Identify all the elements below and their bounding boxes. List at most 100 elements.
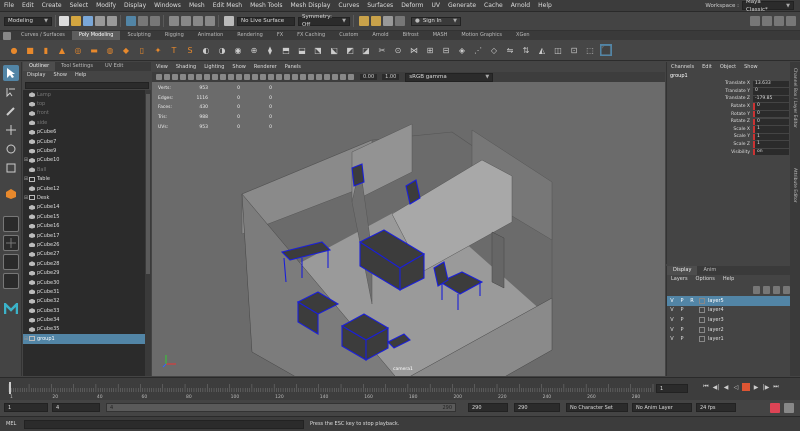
outliner-item[interactable]: pCube17 [23,231,145,240]
use-default-material-icon[interactable] [260,74,266,80]
triangulate-icon[interactable]: ◭ [536,44,548,56]
open-scene-icon[interactable] [71,16,81,26]
visibility-toggle[interactable]: V [667,327,677,333]
attribute-value[interactable]: 0 [753,110,789,118]
fps-dropdown[interactable]: 24 fps [696,403,736,412]
smooth-icon[interactable]: ◉ [232,44,244,56]
bookmark-icon[interactable] [172,74,178,80]
svg-icon[interactable]: S [184,44,196,56]
command-input[interactable] [24,420,304,429]
outliner-scrollbar[interactable] [145,90,151,376]
outliner-item[interactable]: pCube16 [23,221,145,230]
viewport-menu-show[interactable]: Show [228,62,250,72]
menu-select[interactable]: Select [66,0,93,12]
connect-icon[interactable]: ⋈ [408,44,420,56]
super-shape-icon[interactable]: ✦ [152,44,164,56]
layer-name[interactable]: layer3 [708,317,724,323]
step-back-frame-icon[interactable]: ◀ [722,383,730,391]
fill-hole-icon[interactable]: ⬕ [328,44,340,56]
play-backwards-icon[interactable]: ◁ [732,383,740,391]
chair-upper[interactable] [351,163,365,187]
snap-curve-icon[interactable] [181,16,191,26]
viewport-panel[interactable]: View Shading Lighting Show Renderer Panels 0.… [152,62,665,376]
anim-layer-dropdown[interactable]: No Anim Layer [632,403,692,412]
bridge-icon[interactable]: ⬓ [296,44,308,56]
layer-color-swatch[interactable] [699,297,705,304]
ambient-occlusion-icon[interactable] [300,74,306,80]
new-empty-layer-icon[interactable] [773,286,780,294]
viewport-menu-shading[interactable]: Shading [172,62,200,72]
lights-icon[interactable] [284,74,290,80]
platonic-icon[interactable]: ◆ [120,44,132,56]
viewport-menu-renderer[interactable]: Renderer [250,62,281,72]
menu-mesh-display[interactable]: Mesh Display [287,0,335,12]
film-gate-icon[interactable] [196,74,202,80]
xray-joints-icon[interactable] [340,74,346,80]
menu-mesh-tools[interactable]: Mesh Tools [246,0,286,12]
layer-menu-help[interactable]: Help [719,275,738,284]
lasso-tool-icon[interactable] [3,84,19,100]
attribute-value[interactable]: 1 [753,133,789,141]
snap-point-icon[interactable] [193,16,203,26]
channel-menu-show[interactable]: Show [740,62,762,72]
scrollbar-thumb[interactable] [146,94,150,274]
shelf-tab-rigging[interactable]: Rigging [158,31,191,40]
field-chart-icon[interactable] [220,74,226,80]
cylinder-icon[interactable]: ▮ [40,44,52,56]
outliner-tab-uv-edit[interactable]: UV Edit [99,62,129,71]
menu-create[interactable]: Create [38,0,66,12]
shelf-tab-bifrost[interactable]: Bifrost [396,31,426,40]
outliner-item[interactable]: Ball [23,165,145,174]
menu-file[interactable]: File [0,0,18,12]
multi-cut-icon[interactable]: ✂ [376,44,388,56]
outliner-item[interactable]: pCube26 [23,240,145,249]
playback-toggle[interactable]: P [677,336,687,342]
paint-select-tool-icon[interactable] [3,103,19,119]
attribute-editor-icon[interactable] [762,16,772,26]
step-forward-key-icon[interactable]: |▶ [762,383,770,391]
rotate-tool-icon[interactable] [3,141,19,157]
attribute-row-scale-x[interactable]: Scale X1 [667,126,790,134]
shelf-tab-curves-surfaces[interactable]: Curves / Surfaces [14,31,72,40]
bevel-icon[interactable]: ⬔ [312,44,324,56]
last-tool-icon[interactable] [3,186,19,202]
shadows-icon[interactable] [292,74,298,80]
outliner-item[interactable]: pCube9 [23,146,145,155]
outliner-item[interactable]: pCube34 [23,315,145,324]
textured-icon[interactable] [276,74,282,80]
quad-draw-icon[interactable]: ◈ [456,44,468,56]
shelf-gear-icon[interactable] [3,31,11,40]
extrude-icon[interactable]: ⬒ [280,44,292,56]
camera-icon[interactable] [156,74,162,80]
exposure-value[interactable]: 0.00 [360,74,378,80]
outliner-item[interactable]: pCube6 [23,128,145,137]
move-layer-up-icon[interactable] [753,286,760,294]
anti-aliasing-icon[interactable] [316,74,322,80]
menu-deform[interactable]: Deform [397,0,427,12]
step-forward-frame-icon[interactable]: ▶ [752,383,760,391]
menu-curves[interactable]: Curves [334,0,363,12]
stop-icon[interactable] [742,383,750,391]
snap-grid-icon[interactable] [169,16,179,26]
cone-icon[interactable]: ▲ [56,44,68,56]
expand-icon[interactable]: ⊞ [23,157,29,163]
safe-title-icon[interactable] [236,74,242,80]
outliner-item[interactable]: pCube27 [23,250,145,259]
layer-tab-anim[interactable]: Anim [697,266,722,275]
persp-graph-layout-icon[interactable] [2,273,19,289]
insert-loop-icon[interactable]: ⊞ [424,44,436,56]
wireframe-on-shaded-icon[interactable] [268,74,274,80]
menu-generate[interactable]: Generate [444,0,480,12]
outliner-item[interactable]: pCube33 [23,306,145,315]
attribute-name[interactable]: Visibility [667,150,753,155]
attribute-name[interactable]: Translate Z [667,96,753,101]
new-scene-icon[interactable] [59,16,69,26]
outliner-menu-show[interactable]: Show [49,71,71,80]
boolean-icon[interactable]: ⊕ [248,44,260,56]
step-back-key-icon[interactable]: ◀| [712,383,720,391]
channel-menu-channels[interactable]: Channels [667,62,698,72]
outliner-item[interactable]: ⊞ group1 [23,334,145,344]
outliner-item[interactable]: pCube12 [23,184,145,193]
outliner-item[interactable]: pCube29 [23,268,145,277]
layer-tab-display[interactable]: Display [667,266,698,275]
